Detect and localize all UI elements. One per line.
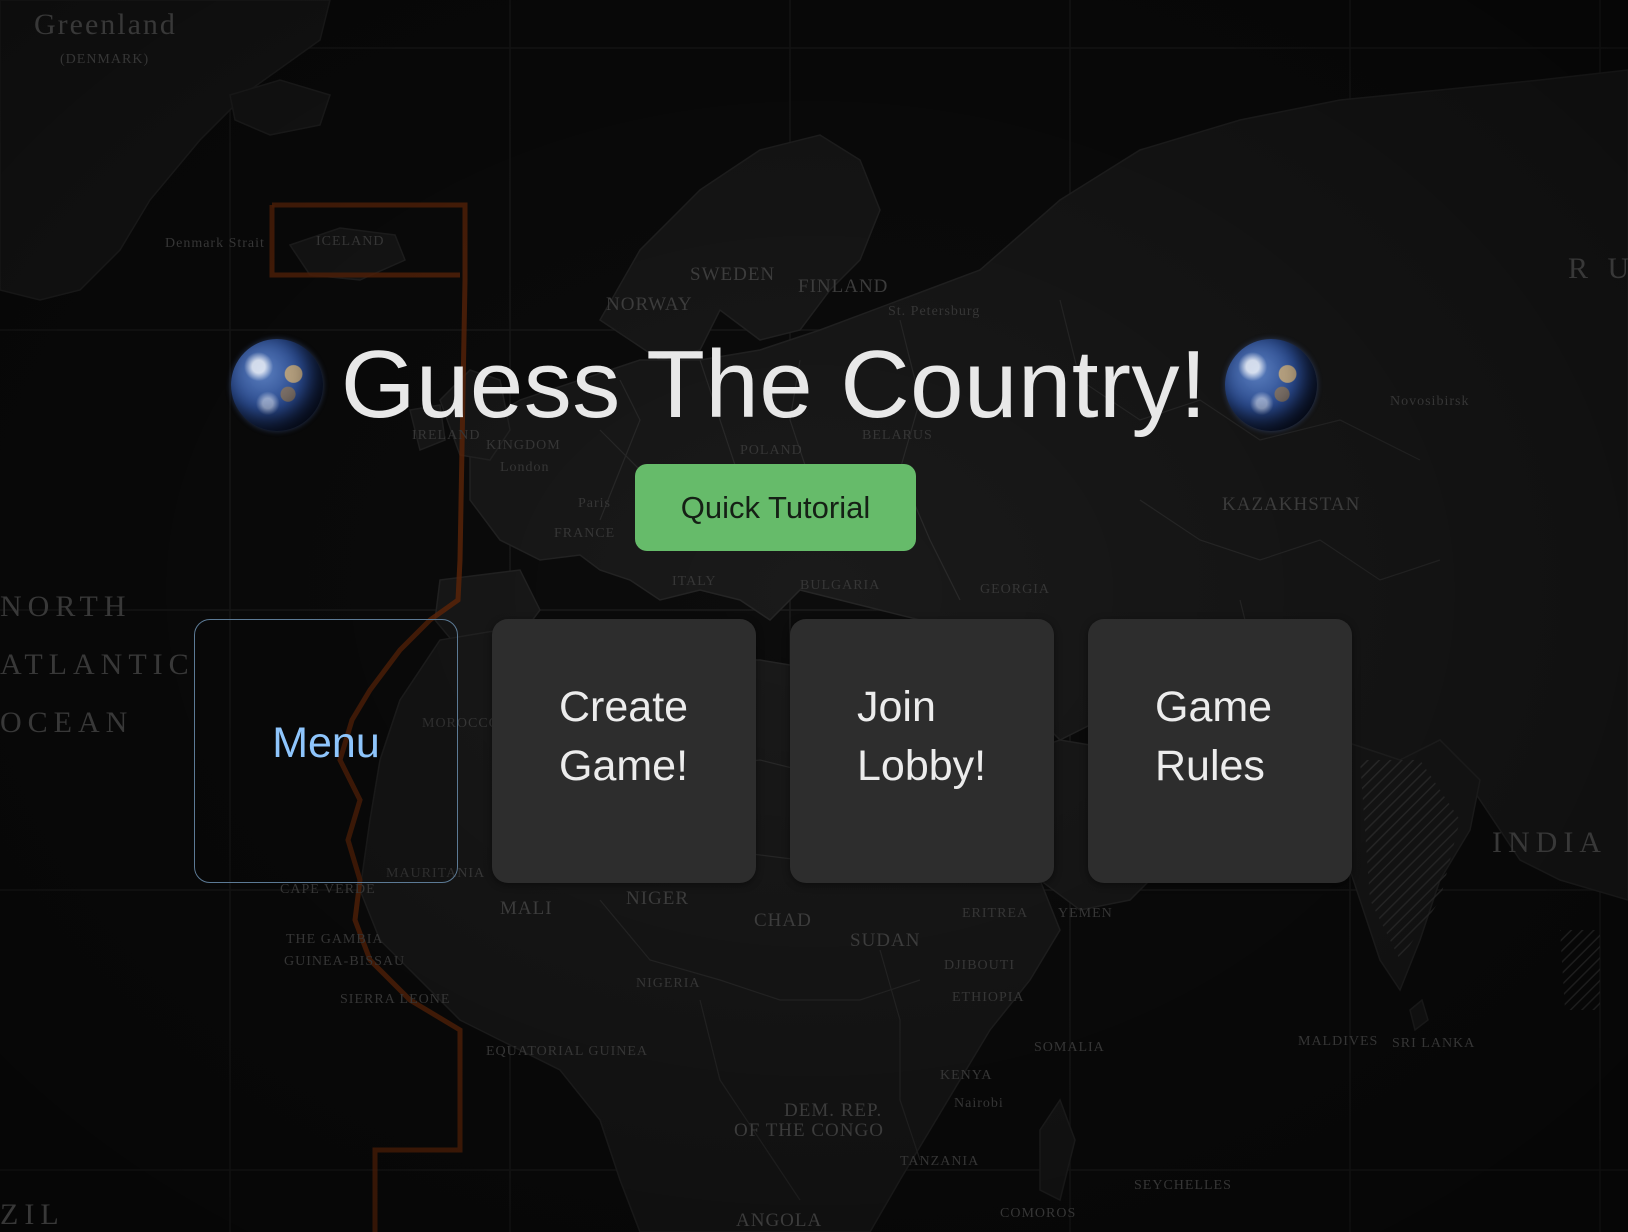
map-label-atlantic: ATLANTIC bbox=[0, 648, 195, 681]
map-label-india: INDIA bbox=[1492, 826, 1607, 859]
game-rules-card[interactable]: Game Rules bbox=[1088, 619, 1352, 883]
map-label-dem-rep: DEM. REP. bbox=[784, 1100, 883, 1121]
map-label-france: FRANCE bbox=[554, 526, 616, 541]
map-label-finland: FINLAND bbox=[798, 276, 889, 297]
map-label-iceland: ICELAND bbox=[316, 234, 385, 249]
map-label-poland: POLAND bbox=[740, 443, 803, 458]
map-label-brazil-fragment: ZIL bbox=[0, 1198, 65, 1231]
map-label-nairobi: Nairobi bbox=[954, 1096, 1004, 1111]
map-label-the-gambia: THE GAMBIA bbox=[286, 932, 384, 947]
map-label-greenland: Greenland bbox=[34, 8, 177, 41]
create-game-card-label: Create Game! bbox=[559, 683, 689, 790]
map-label-comoros: COMOROS bbox=[1000, 1206, 1077, 1221]
map-label-sweden: SWEDEN bbox=[690, 264, 776, 285]
map-label-chad: CHAD bbox=[754, 910, 812, 931]
map-label-kazakhstan: KAZAKHSTAN bbox=[1222, 494, 1361, 515]
app-root: Greenland (DENMARK) ICELAND Denmark Stra… bbox=[0, 0, 1628, 1232]
map-label-djibouti: DJIBOUTI bbox=[944, 958, 1015, 973]
map-label-seychelles: SEYCHELLES bbox=[1134, 1178, 1232, 1193]
map-label-kingdom: KINGDOM bbox=[486, 438, 561, 453]
map-label-denmark-strait: Denmark Strait bbox=[165, 236, 265, 251]
map-label-sri-lanka: SRI LANKA bbox=[1392, 1036, 1476, 1051]
map-label-bulgaria: BULGARIA bbox=[800, 578, 881, 593]
world-map-background: Greenland (DENMARK) ICELAND Denmark Stra… bbox=[0, 0, 1628, 1232]
map-label-kenya: KENYA bbox=[940, 1068, 993, 1083]
map-label-norway: NORWAY bbox=[606, 294, 693, 315]
map-label-st-petersburg: St. Petersburg bbox=[888, 304, 981, 319]
map-label-paris: Paris bbox=[578, 496, 611, 511]
map-label-mali: MALI bbox=[500, 898, 553, 919]
menu-card-label: Menu bbox=[272, 718, 380, 767]
game-rules-card-label: Game Rules bbox=[1155, 683, 1273, 790]
map-label-eritrea: ERITREA bbox=[962, 906, 1029, 921]
map-label-ocean: OCEAN bbox=[0, 706, 134, 739]
map-label-yemen: YEMEN bbox=[1058, 906, 1113, 921]
map-label-somalia: SOMALIA bbox=[1034, 1040, 1105, 1055]
map-label-maldives: MALDIVES bbox=[1298, 1034, 1379, 1049]
map-label-russia-fragment: R U bbox=[1568, 252, 1628, 285]
map-label-georgia: GEORGIA bbox=[980, 582, 1050, 597]
join-lobby-card-label: Join Lobby! bbox=[857, 683, 987, 790]
map-label-niger: NIGER bbox=[626, 888, 690, 909]
join-lobby-card[interactable]: Join Lobby! bbox=[790, 619, 1054, 883]
title-row: Guess The Country! bbox=[0, 330, 1628, 440]
map-label-london: London bbox=[500, 460, 550, 475]
map-label-ethiopia: ETHIOPIA bbox=[952, 990, 1025, 1005]
map-label-angola: ANGOLA bbox=[736, 1210, 823, 1231]
world-map-graphic bbox=[0, 0, 1628, 1232]
map-label-tanzania: TANZANIA bbox=[900, 1154, 980, 1169]
map-label-sudan: SUDAN bbox=[850, 930, 921, 951]
page-title: Guess The Country! bbox=[340, 331, 1208, 438]
map-label-italy: ITALY bbox=[672, 574, 717, 589]
menu-card[interactable]: Menu bbox=[194, 619, 458, 883]
earth-globe-icon bbox=[230, 339, 323, 431]
map-label-guinea-bissau: GUINEA-BISSAU bbox=[284, 954, 406, 969]
map-label-denmark: (DENMARK) bbox=[60, 52, 150, 67]
map-label-north: NORTH bbox=[0, 590, 132, 623]
map-label-cape-verde: CAPE VERDE bbox=[280, 882, 376, 897]
map-label-nigeria: NIGERIA bbox=[636, 976, 701, 991]
quick-tutorial-button[interactable]: Quick Tutorial bbox=[635, 464, 916, 551]
create-game-card[interactable]: Create Game! bbox=[492, 619, 756, 883]
map-label-sierra-leone: SIERRA LEONE bbox=[340, 992, 451, 1007]
map-label-of-the-congo: OF THE CONGO bbox=[734, 1120, 884, 1141]
map-label-equatorial-guinea: EQUATORIAL GUINEA bbox=[486, 1044, 649, 1059]
earth-globe-icon bbox=[1225, 339, 1318, 431]
main-menu: Menu Create Game! Join Lobby! Game Rules bbox=[194, 619, 1352, 883]
